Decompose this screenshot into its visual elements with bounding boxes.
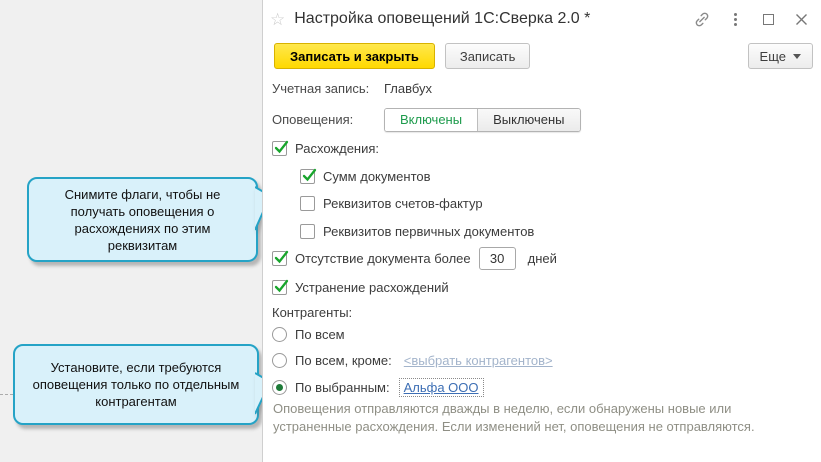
discrepancies-checkbox[interactable] (272, 140, 289, 156)
close-icon[interactable] (793, 11, 809, 27)
discrepancies-row[interactable]: Расхождения: (272, 139, 379, 157)
toggle-disabled-button[interactable]: Выключены (478, 108, 580, 131)
more-button-label: Еще (759, 48, 786, 64)
counterparties-header: Контрагенты: (272, 303, 352, 321)
discrepancies-label: Расхождения: (295, 140, 380, 156)
doc-sums-row[interactable]: Сумм документов (300, 167, 431, 185)
check-icon (274, 279, 289, 292)
footer-note: Оповещения отправляются дважды в неделю,… (273, 400, 755, 436)
primary-doc-details-checkbox[interactable] (300, 223, 315, 239)
radio-all-except-label: По всем, кроме: (295, 352, 392, 368)
copy-link-icon[interactable] (694, 11, 710, 27)
check-icon (274, 250, 289, 263)
radio-all-label: По всем (295, 326, 345, 342)
maximize-icon[interactable] (760, 11, 776, 27)
days-suffix-label: дней (527, 250, 557, 266)
titlebar: ☆ Настройка оповещений 1С:Сверка 2.0 * (263, 0, 821, 38)
invoice-details-checkbox[interactable] (300, 195, 315, 211)
doc-absence-checkbox[interactable] (272, 250, 289, 266)
radio-selected[interactable] (272, 379, 287, 395)
account-label: Учетная запись: (272, 80, 370, 96)
radio-all-row[interactable]: По всем (272, 325, 345, 343)
primary-doc-details-label: Реквизитов первичных документов (323, 223, 535, 239)
chevron-down-icon (793, 53, 801, 59)
check-icon (274, 140, 289, 153)
doc-sums-checkbox[interactable] (300, 168, 317, 184)
doc-absence-label: Отсутствие документа более (295, 250, 471, 266)
favorite-star-icon[interactable]: ☆ (270, 11, 285, 28)
resolution-label: Устранение расхождений (295, 279, 449, 295)
days-input[interactable] (478, 246, 516, 270)
window-title: Настройка оповещений 1С:Сверка 2.0 * (294, 10, 591, 27)
notifications-row: Оповещения: Включены Выключены (272, 107, 581, 132)
kebab-menu-icon[interactable] (727, 11, 743, 27)
radio-all-except[interactable] (272, 352, 287, 368)
save-and-close-button[interactable]: Записать и закрыть (274, 43, 435, 69)
more-button[interactable]: Еще (747, 43, 813, 69)
toolbar: Записать и закрыть Записать Еще (263, 42, 821, 70)
selected-counterparty-link[interactable]: Альфа ООО (398, 377, 484, 397)
window-controls (694, 11, 809, 27)
callout-selected-counterparties: Установите, если требуются оповещения то… (13, 344, 259, 425)
doc-sums-label: Сумм документов (323, 168, 431, 184)
check-icon (302, 168, 317, 181)
primary-doc-details-row[interactable]: Реквизитов первичных документов (300, 222, 534, 240)
callout-text: Снимите флаги, чтобы не получать оповеще… (64, 186, 221, 253)
callout-discrepancy-flags: Снимите флаги, чтобы не получать оповеще… (27, 177, 258, 262)
radio-selected-row[interactable]: По выбранным: Альфа ООО (272, 377, 484, 397)
invoice-details-label: Реквизитов счетов-фактур (323, 195, 483, 211)
callout-text: Установите, если требуются оповещения то… (32, 360, 240, 409)
footer-note-line2: устраненные расхождения. Если изменений … (273, 419, 755, 434)
account-row: Учетная запись: Главбух (272, 79, 432, 97)
notifications-toggle: Включены Выключены (384, 107, 581, 132)
account-value: Главбух (384, 80, 433, 96)
save-button[interactable]: Записать (444, 43, 531, 69)
radio-all[interactable] (272, 326, 287, 342)
toggle-enabled-button[interactable]: Включены (385, 108, 479, 131)
resolution-row[interactable]: Устранение расхождений (272, 278, 449, 296)
radio-selected-label: По выбранным: (295, 379, 390, 395)
doc-absence-row: Отсутствие документа более дней (272, 246, 557, 270)
footer-note-line1: Оповещения отправляются дважды в неделю,… (273, 401, 732, 416)
select-counterparties-link[interactable]: <выбрать контрагентов> (404, 353, 553, 368)
counterparties-label: Контрагенты: (272, 304, 353, 320)
radio-all-except-row[interactable]: По всем, кроме: <выбрать контрагентов> (272, 351, 553, 369)
settings-panel: ☆ Настройка оповещений 1С:Сверка 2.0 * З… (262, 0, 821, 462)
screen: Снимите флаги, чтобы не получать оповеще… (0, 0, 821, 462)
resolution-checkbox[interactable] (272, 279, 289, 295)
invoice-details-row[interactable]: Реквизитов счетов-фактур (300, 194, 483, 212)
notifications-label: Оповещения: (272, 112, 354, 127)
page-edge-mark (0, 394, 13, 395)
